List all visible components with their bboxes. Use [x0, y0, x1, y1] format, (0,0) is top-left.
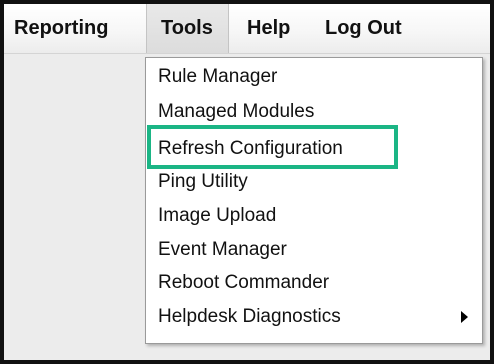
menu-tools[interactable]: Tools	[146, 4, 229, 53]
submenu-arrow-icon	[461, 311, 468, 323]
menu-item-label: Image Upload	[158, 205, 277, 226]
menu-item-managed-modules[interactable]: Managed Modules	[146, 97, 482, 127]
menu-help[interactable]: Help	[247, 4, 290, 53]
menu-item-event-manager[interactable]: Event Manager	[146, 235, 482, 265]
menu-item-label: Reboot Commander	[158, 272, 330, 293]
menu-item-label: Rule Manager	[158, 66, 278, 87]
menu-item-image-upload[interactable]: Image Upload	[146, 201, 482, 231]
tools-dropdown-menu: Rule Manager Managed Modules Refresh Con…	[145, 57, 483, 344]
menu-item-refresh-configuration[interactable]: Refresh Configuration	[146, 134, 482, 164]
menu-item-label: Refresh Configuration	[158, 138, 343, 159]
menu-reporting[interactable]: Reporting	[14, 4, 108, 53]
menu-item-ping-utility[interactable]: Ping Utility	[146, 167, 482, 197]
menu-log-out[interactable]: Log Out	[325, 4, 402, 53]
menu-item-label: Ping Utility	[158, 171, 248, 192]
menu-item-label: Event Manager	[158, 239, 287, 260]
menu-item-reboot-commander[interactable]: Reboot Commander	[146, 268, 482, 298]
menu-item-rule-manager[interactable]: Rule Manager	[146, 62, 482, 92]
menu-item-label: Managed Modules	[158, 101, 315, 122]
menu-item-label: Helpdesk Diagnostics	[158, 306, 341, 327]
menu-item-helpdesk-diagnostics[interactable]: Helpdesk Diagnostics	[146, 302, 482, 332]
menu-bar: Reporting Tools Help Log Out	[4, 4, 490, 54]
